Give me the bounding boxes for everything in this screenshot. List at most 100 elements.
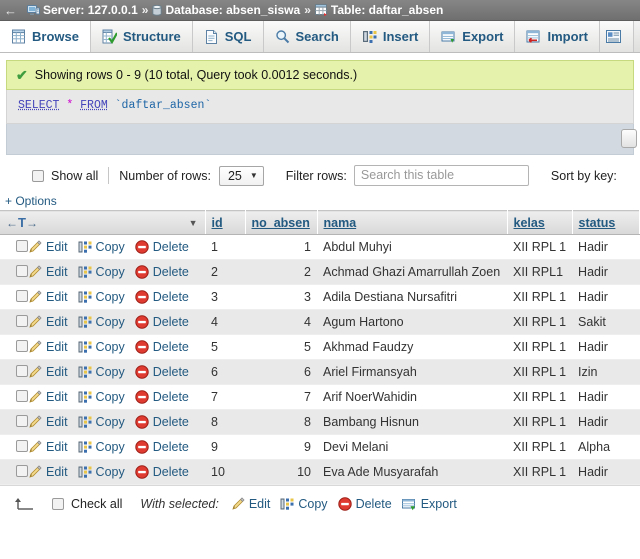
back-icon[interactable]: ← [4, 4, 17, 17]
row-copy-button[interactable]: Copy [78, 290, 125, 304]
column-header-kelas[interactable]: kelas [507, 210, 573, 235]
tab-structure[interactable]: Structure [90, 21, 193, 52]
tab-export[interactable]: Export [430, 21, 516, 52]
table-row: Edit Copy Delete 6 6 Ariel Firmansyah XII RPL … [0, 359, 640, 385]
row-checkbox[interactable] [16, 339, 28, 352]
sort-by-key-control[interactable]: Sort by key: [551, 169, 617, 183]
show-all-checkbox[interactable] [32, 169, 44, 182]
options-toggle-link[interactable]: + Options [5, 194, 57, 208]
breadcrumb-table[interactable]: Table: daftar_absen [314, 3, 443, 17]
row-checkbox-wrapper [6, 289, 28, 305]
row-edit-button[interactable]: Edit [28, 265, 68, 279]
row-edit-button[interactable]: Edit [28, 415, 68, 429]
check-all-checkbox[interactable] [52, 497, 64, 510]
row-delete-button[interactable]: Delete [135, 265, 189, 279]
row-delete-button[interactable]: Delete [135, 315, 189, 329]
cell-id: 10 [205, 459, 245, 485]
row-checkbox[interactable] [16, 264, 28, 277]
row-delete-label: Delete [152, 290, 189, 304]
row-checkbox[interactable] [16, 414, 28, 427]
table-icon [314, 4, 328, 16]
row-copy-label: Copy [95, 365, 125, 379]
row-checkbox[interactable] [16, 289, 28, 302]
row-checkbox[interactable] [16, 464, 28, 477]
row-checkbox[interactable] [16, 389, 28, 402]
pencil-icon [231, 496, 245, 511]
cell-status: Izin [572, 359, 640, 385]
column-header-no-absen[interactable]: no_absen [245, 210, 318, 235]
column-header-nama[interactable]: nama [317, 210, 508, 235]
row-actions-header[interactable]: ←T→ ▼ [0, 210, 206, 235]
options-toggle[interactable]: + Options [0, 194, 640, 208]
tab-insert[interactable]: Insert [350, 21, 431, 52]
t-glyph-icon[interactable]: T [18, 215, 26, 230]
row-checkbox[interactable] [16, 364, 28, 377]
tab-search[interactable]: Search [263, 21, 351, 52]
row-delete-button[interactable]: Delete [135, 390, 189, 404]
row-edit-button[interactable]: Edit [28, 340, 68, 354]
bulk-export-button[interactable]: Export [401, 497, 457, 511]
breadcrumb-server[interactable]: Server: 127.0.0.1 [27, 3, 138, 17]
row-copy-button[interactable]: Copy [78, 265, 125, 279]
row-delete-button[interactable]: Delete [135, 440, 189, 454]
row-copy-button[interactable]: Copy [78, 465, 125, 479]
column-header-nama-label: nama [323, 215, 357, 230]
row-copy-button[interactable]: Copy [78, 440, 125, 454]
row-delete-button[interactable]: Delete [135, 365, 189, 379]
row-copy-button[interactable]: Copy [78, 340, 125, 354]
row-copy-button[interactable]: Copy [78, 315, 125, 329]
row-delete-button[interactable]: Delete [135, 340, 189, 354]
row-delete-button[interactable]: Delete [135, 415, 189, 429]
tab-operations[interactable] [599, 21, 634, 52]
arrow-left-icon[interactable]: ← [6, 216, 18, 230]
row-edit-button[interactable]: Edit [28, 240, 68, 254]
column-header-status[interactable]: status [572, 210, 640, 235]
arrow-right-icon[interactable]: → [26, 216, 38, 230]
filter-rows-input[interactable]: Search this table [353, 165, 529, 186]
check-all-label: Check all [71, 496, 123, 511]
number-of-rows-select[interactable]: 25 ▼ [218, 165, 264, 186]
row-checkbox[interactable] [16, 314, 28, 327]
row-delete-button[interactable]: Delete [135, 240, 189, 254]
row-checkbox[interactable] [16, 239, 28, 252]
bulk-delete-button[interactable]: Delete [337, 497, 392, 511]
row-edit-button[interactable]: Edit [28, 290, 68, 304]
row-edit-button[interactable]: Edit [28, 365, 68, 379]
bulk-copy-button[interactable]: Copy [280, 497, 328, 511]
tab-browse[interactable]: Browse [0, 21, 91, 52]
query-toolbar-edge-button[interactable] [621, 129, 637, 148]
pencil-icon [28, 315, 42, 329]
row-checkbox-wrapper [6, 314, 28, 330]
row-edit-button[interactable]: Edit [28, 390, 68, 404]
row-copy-label: Copy [95, 440, 125, 454]
column-header-id[interactable]: id [205, 210, 246, 235]
export-icon [401, 497, 417, 511]
sql-keyword-from: FROM [80, 99, 108, 112]
row-copy-button[interactable]: Copy [78, 365, 125, 379]
row-delete-button[interactable]: Delete [135, 290, 189, 304]
row-copy-button[interactable]: Copy [78, 415, 125, 429]
select-arrow-icon [14, 496, 36, 511]
copy-icon [78, 265, 92, 279]
breadcrumb-database[interactable]: Database: absen_siswa [152, 3, 300, 17]
bulk-edit-button[interactable]: Edit [231, 496, 270, 511]
table-row: Edit Copy Delete 7 7 Arif NoerWahidin XII RPL … [0, 384, 640, 410]
row-edit-button[interactable]: Edit [28, 315, 68, 329]
tab-import[interactable]: Import [515, 21, 600, 52]
row-copy-button[interactable]: Copy [78, 390, 125, 404]
tab-sql[interactable]: SQL [192, 21, 264, 52]
pencil-icon [28, 415, 42, 429]
sql-query-display[interactable]: SELECT * FROM `daftar_absen` [6, 90, 634, 124]
delete-icon [135, 465, 149, 479]
cell-nama: Adila Destiana Nursafitri [317, 284, 507, 310]
table-row: Edit Copy Delete 1 1 Abdul Muhyi XII RPL 1 Hadi… [0, 234, 640, 260]
cell-nama: Achmad Ghazi Amarrullah Zoen [317, 259, 507, 285]
row-delete-button[interactable]: Delete [135, 465, 189, 479]
row-actions-cell: Edit Copy Delete [0, 384, 205, 410]
row-edit-button[interactable]: Edit [28, 465, 68, 479]
row-checkbox[interactable] [16, 439, 28, 452]
chevron-down-icon[interactable]: ▼ [189, 218, 198, 228]
show-all-control[interactable]: Show all [32, 169, 98, 183]
row-edit-button[interactable]: Edit [28, 440, 68, 454]
row-copy-button[interactable]: Copy [78, 240, 125, 254]
